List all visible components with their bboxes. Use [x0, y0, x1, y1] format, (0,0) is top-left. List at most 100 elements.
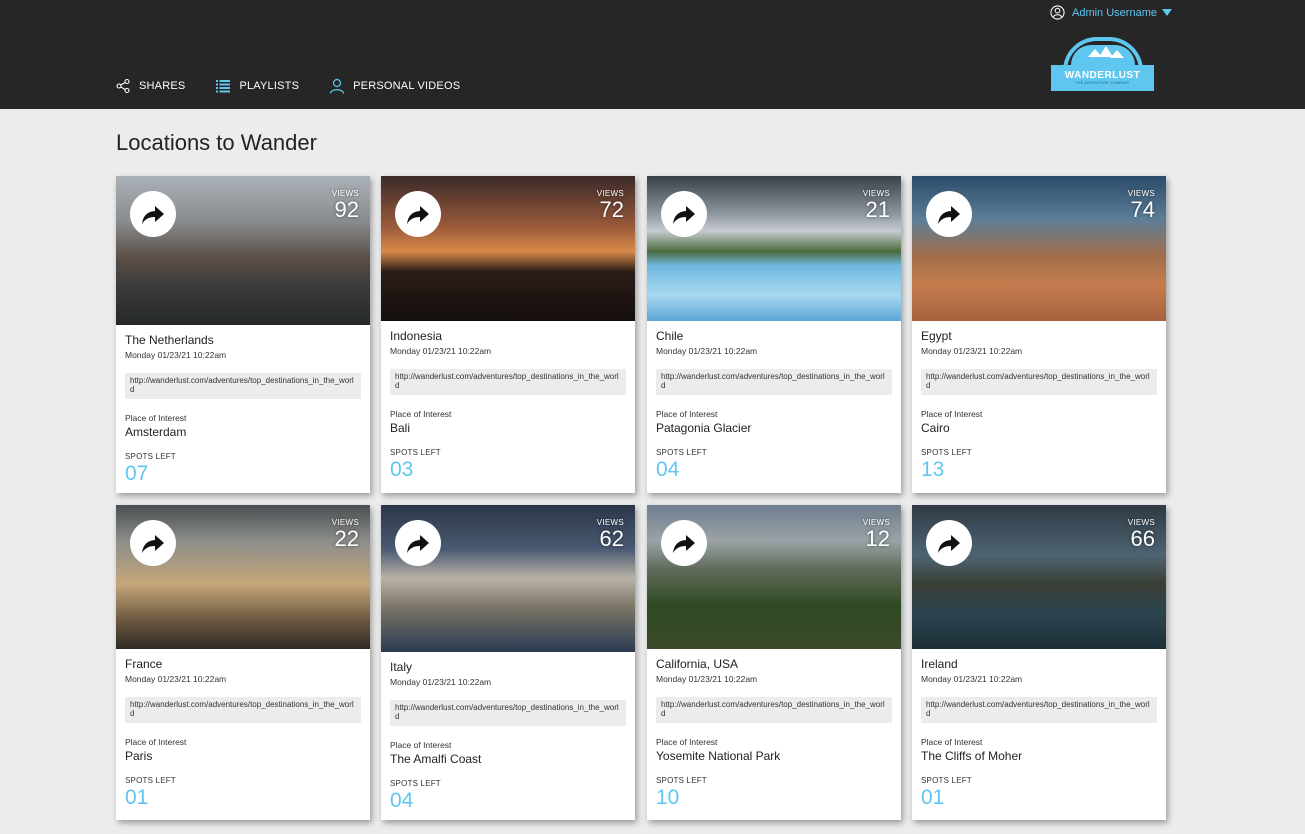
views-count: 66 — [1130, 526, 1155, 551]
views-counter: VIEWS 92 — [332, 189, 359, 222]
share-arrow-icon — [938, 206, 960, 224]
views-counter: VIEWS 62 — [597, 518, 624, 551]
spots-left-label: SPOTS LEFT — [390, 448, 441, 457]
location-card[interactable]: VIEWS 74 Egypt Monday 01/23/21 10:22am http:… — [912, 176, 1166, 493]
place-of-interest: Amsterdam — [125, 425, 187, 439]
location-image[interactable]: VIEWS 62 — [381, 505, 635, 652]
location-card[interactable]: VIEWS 92 The Netherlands Monday 01/23/21 10… — [116, 176, 370, 493]
views-counter: VIEWS 66 — [1128, 518, 1155, 551]
location-url[interactable]: http://wanderlust.com/adventures/top_des… — [125, 697, 361, 723]
card-info: Ireland Monday 01/23/21 10:22am http://wan… — [921, 657, 1157, 810]
card-info: Italy Monday 01/23/21 10:22am http://wande… — [390, 660, 626, 813]
location-date: Monday 01/23/21 10:22am — [125, 350, 227, 360]
place-of-interest-label: Place of Interest — [390, 409, 452, 419]
nav-playlists[interactable]: PLAYLISTS — [215, 78, 299, 94]
spots-left-label: SPOTS LEFT — [125, 452, 176, 461]
page-title: Locations to Wander — [116, 130, 317, 155]
location-url[interactable]: http://wanderlust.com/adventures/top_des… — [125, 373, 361, 399]
location-url[interactable]: http://wanderlust.com/adventures/top_des… — [390, 700, 626, 726]
top-bar: SHARES PLAYLISTS PERSONAL VIDEOS Admin U… — [0, 0, 1305, 109]
user-circle-icon — [1050, 5, 1065, 20]
share-button[interactable] — [130, 520, 176, 566]
share-arrow-icon — [407, 535, 429, 553]
location-name: Ireland — [921, 657, 958, 671]
location-card[interactable]: VIEWS 66 Ireland Monday 01/23/21 10:22am htt… — [912, 505, 1166, 820]
nav-shares-label: SHARES — [139, 80, 186, 92]
location-name: Egypt — [921, 329, 952, 343]
place-of-interest-label: Place of Interest — [921, 737, 983, 747]
location-name: Chile — [656, 329, 684, 343]
share-arrow-icon — [142, 535, 164, 553]
nav-shares[interactable]: SHARES — [115, 78, 185, 94]
location-image[interactable]: VIEWS 21 — [647, 176, 901, 321]
logo-brand: WANDERLUST — [1064, 70, 1141, 81]
spots-left-count: 13 — [921, 458, 945, 481]
location-url[interactable]: http://wanderlust.com/adventures/top_des… — [656, 369, 892, 395]
user-menu[interactable]: Admin Username — [1050, 5, 1172, 20]
place-of-interest: Cairo — [921, 421, 950, 435]
share-arrow-icon — [673, 206, 695, 224]
views-count: 22 — [334, 526, 359, 551]
location-url[interactable]: http://wanderlust.com/adventures/top_des… — [921, 369, 1157, 395]
card-info: California, USA Monday 01/23/21 10:22am ht… — [656, 657, 892, 810]
card-info: Chile Monday 01/23/21 10:22am http://wande… — [656, 329, 892, 482]
share-button[interactable] — [926, 191, 972, 237]
spots-left-count: 04 — [656, 458, 680, 481]
location-image[interactable]: VIEWS 74 — [912, 176, 1166, 321]
views-count: 62 — [599, 526, 624, 551]
logo-tagline: THE ADVENTURE COMPANY — [1075, 81, 1130, 85]
location-card[interactable]: VIEWS 62 Italy Monday 01/23/21 10:22am http:… — [381, 505, 635, 820]
views-counter: VIEWS 22 — [332, 518, 359, 551]
views-counter: VIEWS 12 — [863, 518, 890, 551]
location-url[interactable]: http://wanderlust.com/adventures/top_des… — [390, 369, 626, 395]
location-date: Monday 01/23/21 10:22am — [921, 346, 1023, 356]
share-arrow-icon — [142, 206, 164, 224]
location-url[interactable]: http://wanderlust.com/adventures/top_des… — [656, 697, 892, 723]
card-info: The Netherlands Monday 01/23/21 10:22am ht… — [125, 333, 361, 486]
spots-left-count: 01 — [921, 786, 945, 809]
place-of-interest-label: Place of Interest — [656, 737, 718, 747]
location-name: Indonesia — [390, 329, 443, 343]
place-of-interest-label: Place of Interest — [125, 737, 187, 747]
nav-playlists-label: PLAYLISTS — [239, 80, 300, 92]
location-card[interactable]: VIEWS 12 California, USA Monday 01/23/21 10… — [647, 505, 901, 820]
nav-personal-videos[interactable]: PERSONAL VIDEOS — [329, 78, 460, 94]
location-image[interactable]: VIEWS 22 — [116, 505, 370, 649]
views-count: 74 — [1130, 197, 1155, 222]
place-of-interest: Yosemite National Park — [656, 749, 781, 763]
place-of-interest-label: Place of Interest — [125, 413, 187, 423]
place-of-interest: The Cliffs of Moher — [921, 749, 1023, 763]
share-button[interactable] — [661, 191, 707, 237]
share-button[interactable] — [661, 520, 707, 566]
place-of-interest: Paris — [125, 749, 153, 763]
share-arrow-icon — [673, 535, 695, 553]
location-name: Italy — [390, 660, 413, 674]
views-count: 21 — [865, 197, 890, 222]
share-button[interactable] — [395, 520, 441, 566]
share-button[interactable] — [926, 520, 972, 566]
location-image[interactable]: VIEWS 66 — [912, 505, 1166, 649]
person-icon — [330, 78, 345, 94]
location-image[interactable]: VIEWS 72 — [381, 176, 635, 321]
spots-left-count: 03 — [390, 458, 414, 481]
spots-left-label: SPOTS LEFT — [921, 776, 972, 785]
place-of-interest-label: Place of Interest — [656, 409, 718, 419]
location-name: California, USA — [656, 657, 739, 671]
place-of-interest: The Amalfi Coast — [390, 752, 482, 766]
list-icon — [216, 80, 231, 93]
nav-personal-videos-label: PERSONAL VIDEOS — [353, 80, 461, 92]
location-card[interactable]: VIEWS 72 Indonesia Monday 01/23/21 10:22am h… — [381, 176, 635, 493]
location-card[interactable]: VIEWS 21 Chile Monday 01/23/21 10:22am http:… — [647, 176, 901, 493]
location-url[interactable]: http://wanderlust.com/adventures/top_des… — [921, 697, 1157, 723]
card-info: France Monday 01/23/21 10:22am http://wand… — [125, 657, 361, 810]
main-nav: SHARES PLAYLISTS PERSONAL VIDEOS — [115, 78, 490, 94]
location-image[interactable]: VIEWS 12 — [647, 505, 901, 649]
location-image[interactable]: VIEWS 92 — [116, 176, 370, 325]
share-button[interactable] — [395, 191, 441, 237]
share-button[interactable] — [130, 191, 176, 237]
wanderlust-logo: WANDERLUST THE ADVENTURE COMPANY — [1051, 37, 1154, 91]
spots-left-count: 10 — [656, 786, 680, 809]
location-card[interactable]: VIEWS 22 France Monday 01/23/21 10:22am http… — [116, 505, 370, 820]
location-date: Monday 01/23/21 10:22am — [390, 677, 492, 687]
user-name: Admin Username — [1072, 6, 1157, 19]
